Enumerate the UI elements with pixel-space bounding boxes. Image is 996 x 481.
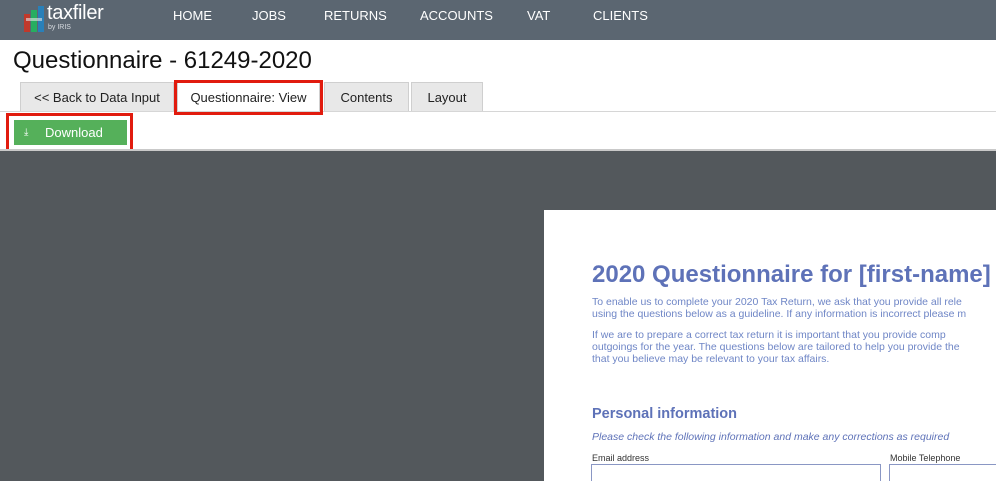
intro-paragraph-line: If we are to prepare a correct tax retur… (592, 329, 946, 341)
document-viewer[interactable]: 2020 Questionnaire for [first-name] To e… (0, 151, 996, 481)
top-navbar: taxfiler by IRIS HOME JOBS RETURNS ACCOU… (0, 0, 996, 40)
page-title: Questionnaire - 61249-2020 (13, 47, 312, 74)
mobile-telephone-label: Mobile Telephone (890, 453, 961, 463)
download-button[interactable]: ⤓ Download (14, 120, 127, 145)
document-page: 2020 Questionnaire for [first-name] To e… (544, 210, 996, 481)
tab-contents[interactable]: Contents (324, 82, 409, 112)
tab-layout[interactable]: Layout (411, 82, 483, 112)
intro-paragraph-line: that you believe may be relevant to your… (592, 353, 830, 365)
section-title-personal-information: Personal information (592, 406, 738, 422)
email-address-label: Email address (592, 453, 650, 463)
nav-item-accounts[interactable]: ACCOUNTS (420, 0, 493, 40)
tabs-divider (0, 111, 996, 112)
nav-item-clients[interactable]: CLIENTS (593, 0, 648, 40)
download-icon: ⤓ (24, 127, 29, 138)
intro-paragraph-line: using the questions below as a guideline… (592, 308, 967, 320)
nav-item-jobs[interactable]: JOBS (252, 0, 286, 40)
nav-item-vat[interactable]: VAT (527, 0, 550, 40)
intro-paragraph-line: To enable us to complete your 2020 Tax R… (592, 296, 962, 308)
nav-item-returns[interactable]: RETURNS (324, 0, 387, 40)
tab-back-to-data-input[interactable]: << Back to Data Input (20, 82, 174, 112)
tab-questionnaire-view[interactable]: Questionnaire: View (177, 82, 320, 112)
logo-subtext: by IRIS (48, 24, 71, 31)
intro-paragraph-line: outgoings for the year. The questions be… (592, 341, 960, 353)
document-title: 2020 Questionnaire for [first-name] (592, 261, 991, 288)
mobile-telephone-field[interactable] (889, 464, 996, 481)
email-address-field[interactable] (591, 464, 881, 481)
download-label: Download (45, 125, 103, 140)
taxfiler-logo-mark-icon (24, 6, 44, 32)
logo-text: taxfiler (47, 2, 104, 24)
taxfiler-logo[interactable]: taxfiler by IRIS (24, 2, 134, 36)
section-note: Please check the following information a… (592, 431, 950, 443)
nav-item-home[interactable]: HOME (173, 0, 212, 40)
